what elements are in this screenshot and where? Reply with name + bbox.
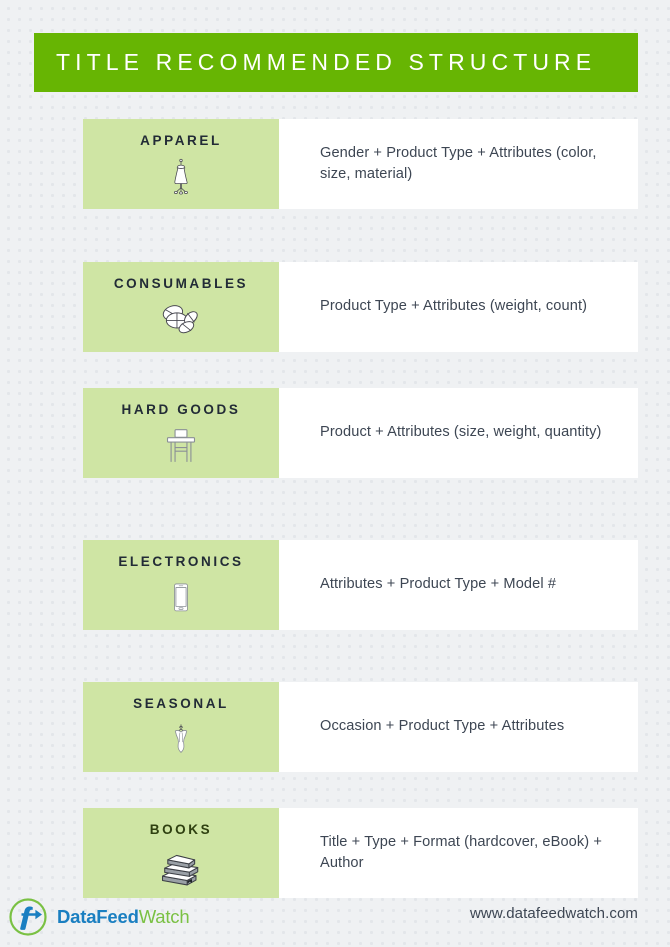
desk-icon — [152, 419, 210, 473]
description-cell: Gender + Product Type + Attributes (colo… — [279, 119, 638, 209]
brand-logo[interactable]: DataFeedWatch — [8, 897, 190, 937]
category-panel-apparel: APPAREL — [83, 119, 279, 209]
category-label: HARD GOODS — [121, 402, 241, 417]
books-stack-icon — [152, 839, 210, 893]
table-row: CONSUMABLES Product Type + Attributes (w… — [83, 262, 638, 352]
category-panel-hard-goods: HARD GOODS — [83, 388, 279, 478]
description-cell: Product + Attributes (size, weight, quan… — [279, 388, 638, 478]
brand-wordmark-secondary: Watch — [138, 905, 190, 927]
category-label: ELECTRONICS — [118, 554, 244, 569]
category-label: BOOKS — [149, 822, 213, 837]
brand-wordmark-primary: DataFeed — [57, 905, 139, 927]
table-row: HARD GOODS Product + Attributes (size, w… — [83, 388, 638, 478]
footer-url[interactable]: www.datafeedwatch.com — [470, 905, 638, 922]
page-title: TITLE RECOMMENDED STRUCTURE — [56, 49, 597, 75]
table-row: APPAREL Gender + Product Type + Attribut… — [83, 119, 638, 209]
description-text: Product + Attributes (size, weight, quan… — [320, 424, 602, 441]
category-panel-books: BOOKS — [83, 808, 279, 898]
swimsuit-icon — [152, 713, 210, 767]
table-row: SEASONAL Occasion + Product Type + Attri… — [83, 682, 638, 772]
category-panel-consumables: CONSUMABLES — [83, 262, 279, 352]
description-text: Gender + Product Type + Attributes (colo… — [320, 144, 597, 182]
table-row: ELECTRONICS Attributes + Product Type + … — [83, 540, 638, 630]
page-footer: DataFeedWatch www.datafeedwatch.com — [0, 891, 670, 947]
description-cell: Occasion + Product Type + Attributes — [279, 682, 638, 772]
page-title-bar: TITLE RECOMMENDED STRUCTURE — [34, 33, 638, 92]
dress-form-icon — [152, 150, 210, 204]
category-label: CONSUMABLES — [113, 276, 249, 291]
description-text: Attributes + Product Type + Model # — [320, 576, 557, 593]
description-text: Product Type + Attributes (weight, count… — [320, 298, 588, 315]
category-label: APPAREL — [140, 133, 222, 148]
category-panel-seasonal: SEASONAL — [83, 682, 279, 772]
brand-wordmark: DataFeedWatch — [57, 905, 190, 927]
category-label: SEASONAL — [133, 696, 229, 711]
description-text: Occasion + Product Type + Attributes — [320, 718, 565, 735]
category-panel-electronics: ELECTRONICS — [83, 540, 279, 630]
pills-icon — [152, 293, 210, 347]
description-cell: Attributes + Product Type + Model # — [279, 540, 638, 630]
description-cell: Product Type + Attributes (weight, count… — [279, 262, 638, 352]
description-text: Title + Type + Format (hardcover, eBook)… — [320, 833, 603, 871]
smartphone-icon — [152, 571, 210, 625]
description-cell: Title + Type + Format (hardcover, eBook)… — [279, 808, 638, 898]
table-row: BOOKS Title + Type + Format (hardcover, … — [83, 808, 638, 898]
f-arrow-circle-icon — [8, 897, 48, 937]
